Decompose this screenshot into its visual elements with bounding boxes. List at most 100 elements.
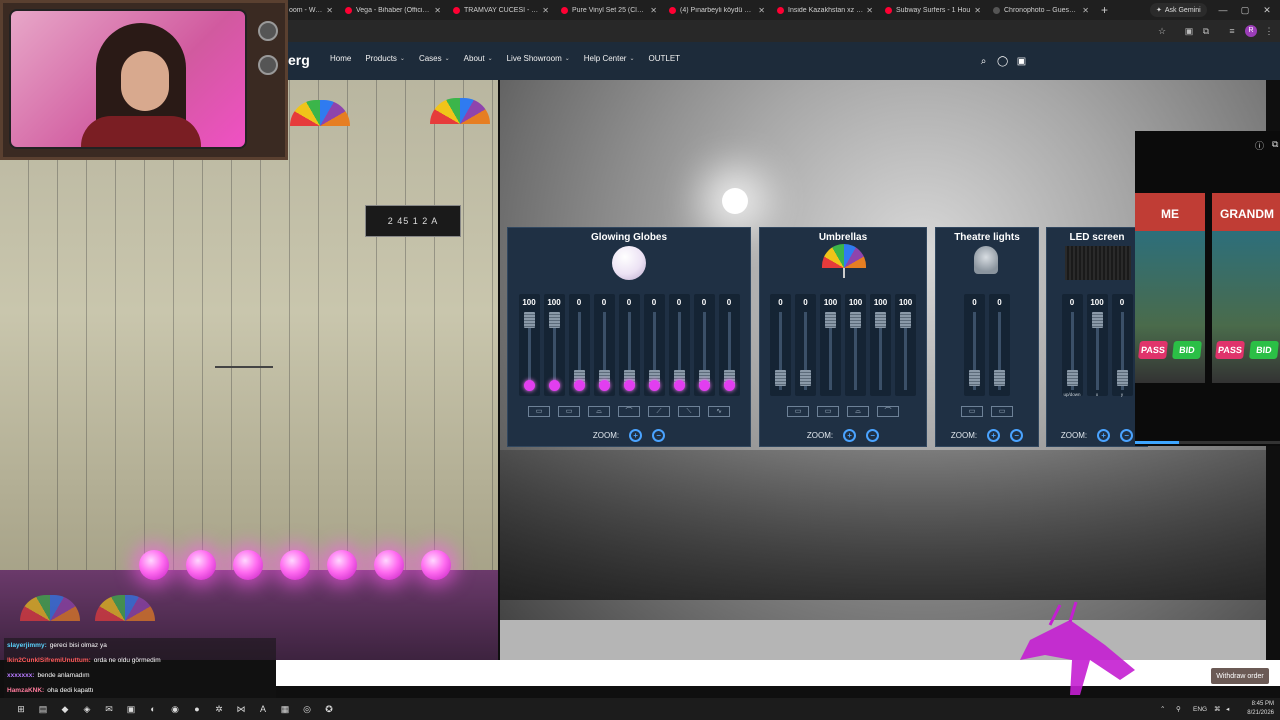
- windows-start-icon[interactable]: ⊞: [14, 702, 28, 716]
- close-window-button[interactable]: ✕: [1256, 0, 1278, 20]
- file-explorer-icon[interactable]: ▤: [36, 702, 50, 716]
- fader-handle[interactable]: [850, 312, 861, 328]
- color-dot[interactable]: [598, 380, 610, 391]
- pattern-button[interactable]: ⌒: [618, 406, 640, 417]
- fader-handle[interactable]: [1066, 370, 1078, 386]
- fader-slider[interactable]: 0: [964, 294, 985, 396]
- mail-icon[interactable]: ✉: [102, 702, 116, 716]
- browser-tab[interactable]: TRAMVAY CÜCESİ - YouTub✕: [447, 0, 555, 20]
- minimize-button[interactable]: —: [1212, 0, 1234, 20]
- nav-item-live-showroom[interactable]: Live Showroom ⌄: [507, 54, 570, 63]
- zoom-out-icon[interactable]: −: [652, 429, 666, 442]
- pattern-button[interactable]: ⌓: [588, 406, 610, 417]
- pattern-button[interactable]: ∿: [708, 406, 730, 417]
- pattern-button[interactable]: ⟍: [678, 406, 700, 417]
- language-indicator[interactable]: ENG: [1193, 698, 1207, 720]
- record-icon[interactable]: ●: [190, 702, 204, 716]
- fader-slider[interactable]: 0: [693, 294, 715, 396]
- pattern-button[interactable]: ▭: [991, 406, 1013, 417]
- fader-handle[interactable]: [523, 312, 535, 328]
- pattern-button[interactable]: ⟋: [648, 406, 670, 417]
- fader-handle[interactable]: [875, 312, 886, 328]
- fader-handle[interactable]: [1091, 312, 1103, 328]
- system-clock[interactable]: 8:45 PM 8/21/2026: [1238, 700, 1274, 718]
- nav-item-products[interactable]: Products ⌄: [365, 54, 405, 63]
- color-dot[interactable]: [523, 380, 535, 391]
- chrome-icon[interactable]: ◎: [300, 702, 314, 716]
- fader-handle[interactable]: [1116, 370, 1128, 386]
- media-icon[interactable]: ≡: [1226, 25, 1238, 37]
- tab-close-icon[interactable]: ✕: [434, 6, 441, 15]
- extension-icon[interactable]: ▣: [1183, 25, 1195, 37]
- fader-slider[interactable]: 0y: [1111, 294, 1133, 397]
- browser-tab[interactable]: Subway Surfers - 1 Hou ✕: [879, 0, 987, 20]
- tray-chevron-icon[interactable]: ⌃: [1160, 698, 1165, 720]
- fader-handle[interactable]: [800, 370, 811, 386]
- color-dot[interactable]: [548, 380, 560, 391]
- color-dot[interactable]: [723, 380, 735, 391]
- info-icon[interactable]: ⓘ: [1255, 139, 1264, 152]
- settings-icon[interactable]: ✲: [212, 702, 226, 716]
- maximize-button[interactable]: ▢: [1234, 0, 1256, 20]
- tab-close-icon[interactable]: ✕: [650, 6, 657, 15]
- new-tab-button[interactable]: +: [1101, 3, 1108, 17]
- browser-tab[interactable]: Inside Kazakhstan xz (Nuc ✕: [771, 0, 879, 20]
- tab-close-icon[interactable]: ✕: [758, 6, 765, 15]
- app-icon[interactable]: ◆: [58, 702, 72, 716]
- withdraw-order-button[interactable]: Withdraw order: [1211, 668, 1269, 684]
- browser-tab[interactable]: Chronophoto – Guess the ✕: [987, 0, 1095, 20]
- fader-handle[interactable]: [969, 370, 980, 386]
- nav-item-home[interactable]: Home: [330, 54, 351, 63]
- pattern-button[interactable]: ▭: [817, 406, 839, 417]
- nav-item-outlet[interactable]: OUTLET: [649, 54, 681, 63]
- nav-item-help-center[interactable]: Help Center ⌄: [584, 54, 635, 63]
- notes-icon[interactable]: ▦: [278, 702, 292, 716]
- search-icon[interactable]: ⌕: [978, 56, 989, 67]
- account-icon[interactable]: ◯: [997, 56, 1008, 67]
- zoom-out-icon[interactable]: −: [1120, 429, 1134, 442]
- shorts-overlay[interactable]: ⓘ ⧉ ME PASS BID GRANDM PASS BID: [1135, 131, 1280, 446]
- fader-slider[interactable]: 100: [895, 294, 916, 396]
- fader-slider[interactable]: 0: [668, 294, 690, 396]
- color-dot[interactable]: [648, 380, 660, 391]
- fader-handle[interactable]: [548, 312, 560, 328]
- zoom-in-icon[interactable]: +: [1097, 429, 1111, 442]
- vscode-icon[interactable]: ⋈: [234, 702, 248, 716]
- fader-slider[interactable]: 0: [593, 294, 615, 396]
- fader-handle[interactable]: [775, 370, 786, 386]
- fader-slider[interactable]: 100: [845, 294, 866, 396]
- profile-avatar[interactable]: R: [1245, 25, 1257, 37]
- color-dot[interactable]: [623, 380, 635, 391]
- zoom-in-icon[interactable]: +: [629, 429, 643, 442]
- color-dot[interactable]: [673, 380, 685, 391]
- nav-item-cases[interactable]: Cases ⌄: [419, 54, 450, 63]
- short-card[interactable]: ME PASS BID: [1135, 193, 1205, 383]
- fader-slider[interactable]: 100: [543, 294, 565, 396]
- adobe-icon[interactable]: A: [256, 702, 270, 716]
- fader-handle[interactable]: [825, 312, 836, 328]
- pattern-button[interactable]: ▭: [787, 406, 809, 417]
- tab-close-icon[interactable]: ✕: [542, 6, 549, 15]
- cart-icon[interactable]: ▣: [1016, 56, 1027, 67]
- pattern-button[interactable]: ▭: [558, 406, 580, 417]
- fader-slider[interactable]: 100: [518, 294, 540, 396]
- fader-slider[interactable]: 100: [820, 294, 841, 396]
- zoom-out-icon[interactable]: −: [1010, 429, 1024, 442]
- app-icon[interactable]: ▣: [124, 702, 138, 716]
- tab-close-icon[interactable]: ✕: [974, 6, 981, 15]
- browser-tab[interactable]: Pure Vinyl Set 25 (Classic H✕: [555, 0, 663, 20]
- zoom-in-icon[interactable]: +: [843, 429, 857, 442]
- fader-slider[interactable]: 100: [870, 294, 891, 396]
- pattern-button[interactable]: ▭: [528, 406, 550, 417]
- expand-icon[interactable]: ⧉: [1272, 139, 1278, 150]
- fader-slider[interactable]: 0: [618, 294, 640, 396]
- color-dot[interactable]: [573, 380, 585, 391]
- zoom-out-icon[interactable]: −: [866, 429, 880, 442]
- bookmark-star-icon[interactable]: ☆: [1156, 25, 1168, 37]
- fader-slider[interactable]: 100 x: [1086, 294, 1108, 397]
- menu-kebab-icon[interactable]: ⋮: [1263, 25, 1275, 37]
- volume-icon[interactable]: ◂: [1226, 698, 1229, 720]
- fader-handle[interactable]: [994, 370, 1005, 386]
- mic-icon[interactable]: ⚲: [1176, 698, 1181, 720]
- pattern-button[interactable]: ⌓: [847, 406, 869, 417]
